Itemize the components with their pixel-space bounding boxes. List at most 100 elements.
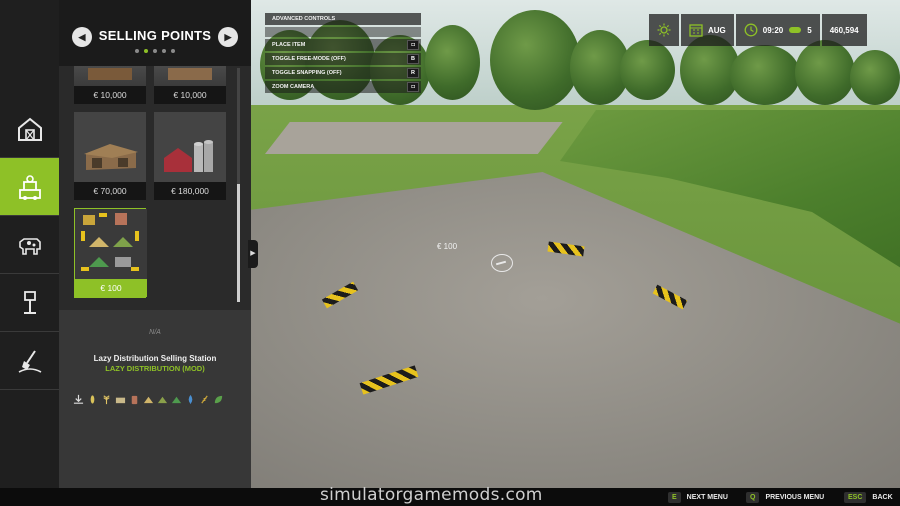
item-list-scrollbar[interactable]: [237, 68, 240, 302]
shovel-icon: [18, 349, 41, 373]
mouse-icon: ◘: [407, 82, 419, 92]
calendar-display: AUG: [681, 14, 734, 46]
download-icon: [73, 394, 84, 404]
shed-roof: [168, 68, 212, 80]
page-dot[interactable]: [153, 49, 157, 53]
control-row: PLACE ITEM ◘: [265, 39, 421, 51]
page-dot[interactable]: [162, 49, 166, 53]
chevron-right-icon: ▶: [250, 250, 256, 257]
weather-display: [649, 14, 679, 46]
item-details: N/A Lazy Distribution Selling Station LA…: [59, 310, 251, 488]
tree: [850, 50, 900, 105]
control-key: R: [407, 68, 419, 78]
calendar-icon: [689, 24, 703, 37]
hint-label: BACK: [872, 493, 893, 501]
shop-item-card[interactable]: € 70,000: [74, 112, 146, 200]
page-indicator: [135, 49, 175, 53]
control-row: TOGGLE FREE-MODE (OFF) B: [265, 53, 421, 65]
shop-item-image: [154, 66, 226, 86]
shop-item-image: [74, 112, 146, 182]
page-dot[interactable]: [135, 49, 139, 53]
shop-item-price: € 10,000: [154, 86, 226, 104]
control-label: ZOOM CAMERA: [272, 84, 315, 90]
scrollbar-thumb[interactable]: [237, 184, 240, 302]
shop-item-card[interactable]: € 10,000: [74, 66, 146, 104]
time-label: 09:20: [762, 25, 784, 35]
watermark: simulatorgamemods.com: [320, 485, 543, 505]
heap-icon: [171, 396, 182, 404]
collapse-panel-button[interactable]: ▶: [248, 240, 258, 268]
heap-icon: [157, 396, 168, 404]
leaf-icon: [214, 395, 223, 404]
shop-item-image: [74, 66, 146, 86]
control-label: TOGGLE FREE-MODE (OFF): [272, 56, 346, 62]
clock-icon: [744, 23, 758, 37]
page-dot[interactable]: [171, 49, 175, 53]
shop-item-price: € 10,000: [74, 86, 146, 104]
controls-help: ADVANCED CONTROLS PLACE ITEM ◘ TOGGLE FR…: [265, 13, 421, 95]
sack-icon: [131, 395, 138, 405]
shop-item-price: € 180,000: [154, 182, 226, 200]
rail-item-landscaping[interactable]: [0, 332, 59, 390]
mouse-icon: ◘: [407, 40, 419, 50]
shop-item-image: [154, 112, 226, 182]
hud-status: AUG 09:20 5 460,594: [649, 14, 867, 46]
rail-item-decoration[interactable]: [0, 274, 59, 332]
item-mod-source: LAZY DISTRIBUTION (MOD): [105, 364, 205, 373]
time-display: 09:20 5: [735, 14, 820, 46]
cow-icon: [18, 237, 41, 255]
lazy-distribution-image: [81, 213, 139, 271]
hint-key: ESC: [844, 491, 867, 503]
heap-icon: [143, 396, 154, 404]
shop-item-price: € 70,000: [74, 182, 146, 200]
hay-bale-icon: [115, 397, 126, 404]
placement-cursor-icon: [491, 254, 513, 272]
hint-key: Q: [746, 491, 760, 503]
selling-point-icon: [18, 174, 41, 200]
tree: [620, 40, 675, 100]
rail-item-selling-points[interactable]: [0, 158, 59, 216]
item-attribute-value: N/A: [149, 329, 161, 336]
tree: [490, 10, 580, 110]
shop-item-card[interactable]: € 180,000: [154, 112, 226, 200]
rail-item-buildings[interactable]: [0, 100, 59, 158]
shop-item-price: € 100: [75, 279, 147, 297]
control-row: TOGGLE SNAPPING (OFF) R: [265, 67, 421, 79]
shop-item-image: [75, 209, 147, 279]
hint-key: E: [668, 491, 681, 503]
lamp-icon: [23, 290, 36, 314]
control-label: TOGGLE SNAPPING (OFF): [272, 70, 342, 76]
chevron-right-icon: ▶: [224, 32, 232, 42]
control-key: B: [407, 54, 419, 64]
hint-label: PREVIOUS MENU: [765, 493, 825, 501]
shed-roof: [88, 68, 132, 80]
grain-icon: [90, 395, 95, 404]
wheat-icon: [103, 395, 110, 405]
tree: [730, 45, 800, 105]
controls-header: ADVANCED CONTROLS: [265, 13, 421, 25]
water-drop-icon: [188, 394, 193, 405]
next-category-button[interactable]: ▶: [218, 27, 238, 47]
controls-subheader: [265, 27, 421, 37]
shop-panel: ◀ SELLING POINTS ▶ € 10,000 € 10,000 € 7…: [59, 0, 251, 488]
sun-icon: [657, 23, 671, 37]
concrete-slab-far: [265, 122, 563, 154]
tree: [795, 40, 855, 105]
barn-icon: [17, 117, 42, 141]
item-name: Lazy Distribution Selling Station: [93, 354, 217, 363]
seed-icon: [201, 395, 208, 404]
hint-next-menu[interactable]: E NEXT MENU: [668, 491, 728, 503]
shop-header: ◀ SELLING POINTS ▶: [59, 0, 251, 66]
hint-back[interactable]: ESC BACK: [844, 491, 893, 503]
control-label: PLACE ITEM: [272, 42, 306, 48]
placement-price: € 100: [437, 242, 458, 251]
hint-label: NEXT MENU: [686, 493, 728, 501]
page-dot-active[interactable]: [144, 49, 148, 53]
shop-item-card-selected[interactable]: € 100: [74, 208, 147, 298]
accepted-fill-types: [73, 394, 224, 405]
time-speed-icon: [789, 27, 802, 33]
tree: [425, 25, 480, 100]
hint-previous-menu[interactable]: Q PREVIOUS MENU: [746, 491, 824, 503]
shop-item-card[interactable]: € 10,000: [154, 66, 226, 104]
rail-item-animals[interactable]: [0, 216, 59, 274]
